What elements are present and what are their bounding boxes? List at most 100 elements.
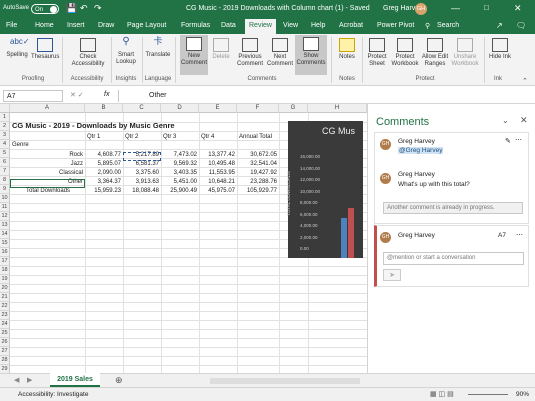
row-header[interactable]: 12 xyxy=(0,212,10,221)
tab-review[interactable]: Review xyxy=(245,19,276,34)
formula-input[interactable]: Other xyxy=(118,90,530,102)
row-header[interactable]: 5 xyxy=(0,149,10,158)
tab-acrobat[interactable]: Acrobat xyxy=(339,22,363,29)
header-annual-total[interactable]: Annual Total xyxy=(239,134,272,140)
row-header[interactable]: 17 xyxy=(0,257,10,266)
edit-comment-icon[interactable]: ✎ xyxy=(505,137,511,145)
row-header[interactable]: 29 xyxy=(0,365,10,373)
minimize-icon[interactable]: — xyxy=(451,3,460,13)
col-header-e[interactable]: E xyxy=(199,104,237,113)
row-header[interactable]: 4 xyxy=(0,140,10,149)
value-cell[interactable]: 23,288.76 xyxy=(237,179,277,185)
spelling-button[interactable]: abc✓ Spelling xyxy=(4,36,30,59)
allow-edit-ranges-button[interactable]: Allow Edit Ranges xyxy=(421,36,449,68)
col-header-g[interactable]: G xyxy=(279,104,308,113)
total-annual[interactable]: 105,929.77 xyxy=(237,188,277,194)
tab-data[interactable]: Data xyxy=(221,22,236,29)
col-header-b[interactable]: B xyxy=(85,104,123,113)
previous-comment-button[interactable]: Previous Comment xyxy=(234,36,266,68)
sheet-title[interactable]: CG Music - 2019 - Downloads by Music Gen… xyxy=(12,121,175,130)
comment-mention[interactable]: @Greg Harvey xyxy=(398,147,444,154)
value-cell[interactable]: 13,377.42 xyxy=(199,152,235,158)
view-icons[interactable]: ▦ ◫ ▤ xyxy=(430,390,454,398)
column-chart[interactable]: CG Mus TOTAL DOWNLOADS 16,000.00 14,000.0… xyxy=(286,121,363,258)
row-header[interactable]: 21 xyxy=(0,293,10,302)
zoom-level[interactable]: 90% xyxy=(516,391,529,398)
close-pane-icon[interactable]: ✕ xyxy=(520,115,528,126)
comment-thread[interactable]: GH Greg Harvey @Greg Harvey ✎ ⋯ GH Greg … xyxy=(374,132,529,224)
maximize-icon[interactable]: □ xyxy=(484,3,489,12)
value-cell[interactable]: 2,090.00 xyxy=(85,170,121,176)
row-header[interactable]: 25 xyxy=(0,329,10,338)
genre-cell[interactable]: Jazz xyxy=(12,161,83,167)
row-header[interactable]: 28 xyxy=(0,356,10,365)
genre-label[interactable]: Genre xyxy=(12,142,29,148)
value-cell[interactable]: 11,553.95 xyxy=(199,170,235,176)
value-cell[interactable]: 6,581.37 xyxy=(123,161,159,167)
user-avatar[interactable]: GH xyxy=(415,3,427,15)
total-qtr3[interactable]: 25,900.49 xyxy=(161,188,197,194)
col-header-f[interactable]: F xyxy=(237,104,279,113)
search-icon[interactable]: ⚲ xyxy=(425,22,430,30)
row-header[interactable]: 24 xyxy=(0,320,10,329)
search-box[interactable]: Search xyxy=(437,22,459,29)
col-header-h[interactable]: H xyxy=(308,104,367,113)
save-icon[interactable]: 💾 xyxy=(66,3,77,14)
header-qtr2[interactable]: Qtr 2 xyxy=(125,134,138,140)
protect-workbook-button[interactable]: Protect Workbook xyxy=(390,36,420,68)
row-header[interactable]: 11 xyxy=(0,203,10,212)
row-header[interactable]: 27 xyxy=(0,347,10,356)
prev-sheet-icon[interactable]: ◀ xyxy=(14,376,19,384)
formula-controls-icon[interactable]: ✕ ✓ xyxy=(70,91,84,99)
tab-view[interactable]: View xyxy=(283,22,298,29)
next-comment-button[interactable]: Next Comment xyxy=(266,36,294,68)
unshare-workbook-button[interactable]: Unshare Workbook xyxy=(450,36,480,68)
post-button[interactable]: ➤ xyxy=(383,269,401,281)
value-cell[interactable]: 3,364.37 xyxy=(85,179,121,185)
row-header[interactable]: 9 xyxy=(0,185,10,194)
accessibility-status[interactable]: Accessibility: Investigate xyxy=(18,391,88,398)
row-header[interactable]: 15 xyxy=(0,239,10,248)
pane-options-icon[interactable]: ⌄ xyxy=(502,116,509,125)
add-sheet-icon[interactable]: ⊕ xyxy=(115,375,123,386)
value-cell[interactable]: 10,495.48 xyxy=(199,161,235,167)
header-qtr3[interactable]: Qtr 3 xyxy=(163,134,176,140)
more-options-icon[interactable]: ⋯ xyxy=(515,136,522,144)
row-header[interactable]: 6 xyxy=(0,158,10,167)
genre-cell[interactable]: Rock xyxy=(12,152,83,158)
value-cell[interactable]: 9,569.32 xyxy=(161,161,197,167)
delete-comment-button[interactable]: Delete xyxy=(209,36,233,61)
collapse-ribbon-icon[interactable]: ⌃ xyxy=(522,77,528,85)
value-cell[interactable]: 3,375.60 xyxy=(123,170,159,176)
row-header[interactable]: 14 xyxy=(0,230,10,239)
close-icon[interactable]: ✕ xyxy=(514,3,522,14)
sheet-tab-2019-sales[interactable]: 2019 Sales xyxy=(50,373,100,387)
value-cell[interactable]: 30,672.05 xyxy=(237,152,277,158)
value-cell[interactable]: 10,648.21 xyxy=(199,179,235,185)
total-qtr1[interactable]: 15,959.23 xyxy=(85,188,121,194)
comments-icon[interactable]: 🗨 xyxy=(516,21,526,30)
name-box[interactable]: A7 xyxy=(3,90,63,102)
tab-draw[interactable]: Draw xyxy=(98,22,114,29)
header-qtr1[interactable]: Qtr 1 xyxy=(87,134,100,140)
row-header[interactable]: 8 xyxy=(0,176,10,185)
tab-file[interactable]: File xyxy=(6,22,17,29)
total-label[interactable]: Total Downloads xyxy=(26,188,70,194)
thesaurus-button[interactable]: Thesaurus xyxy=(31,36,59,61)
header-qtr4[interactable]: Qtr 4 xyxy=(201,134,214,140)
row-header[interactable]: 7 xyxy=(0,167,10,176)
share-icon[interactable]: ↗ xyxy=(496,21,503,30)
undo-icon[interactable]: ↶ xyxy=(80,3,88,14)
tab-page-layout[interactable]: Page Layout xyxy=(127,22,166,29)
row-header[interactable]: 22 xyxy=(0,302,10,311)
value-cell[interactable]: 4,608.77 xyxy=(85,152,121,158)
value-cell[interactable]: 3,403.35 xyxy=(161,170,197,176)
genre-cell[interactable]: Classical xyxy=(12,170,83,176)
autosave-toggle[interactable]: On xyxy=(31,4,59,14)
next-sheet-icon[interactable]: ▶ xyxy=(27,376,32,384)
row-header[interactable]: 10 xyxy=(0,194,10,203)
fx-icon[interactable]: fx xyxy=(104,91,109,98)
row-header[interactable]: 13 xyxy=(0,221,10,230)
select-all[interactable] xyxy=(0,104,10,113)
row-header[interactable]: 16 xyxy=(0,248,10,257)
